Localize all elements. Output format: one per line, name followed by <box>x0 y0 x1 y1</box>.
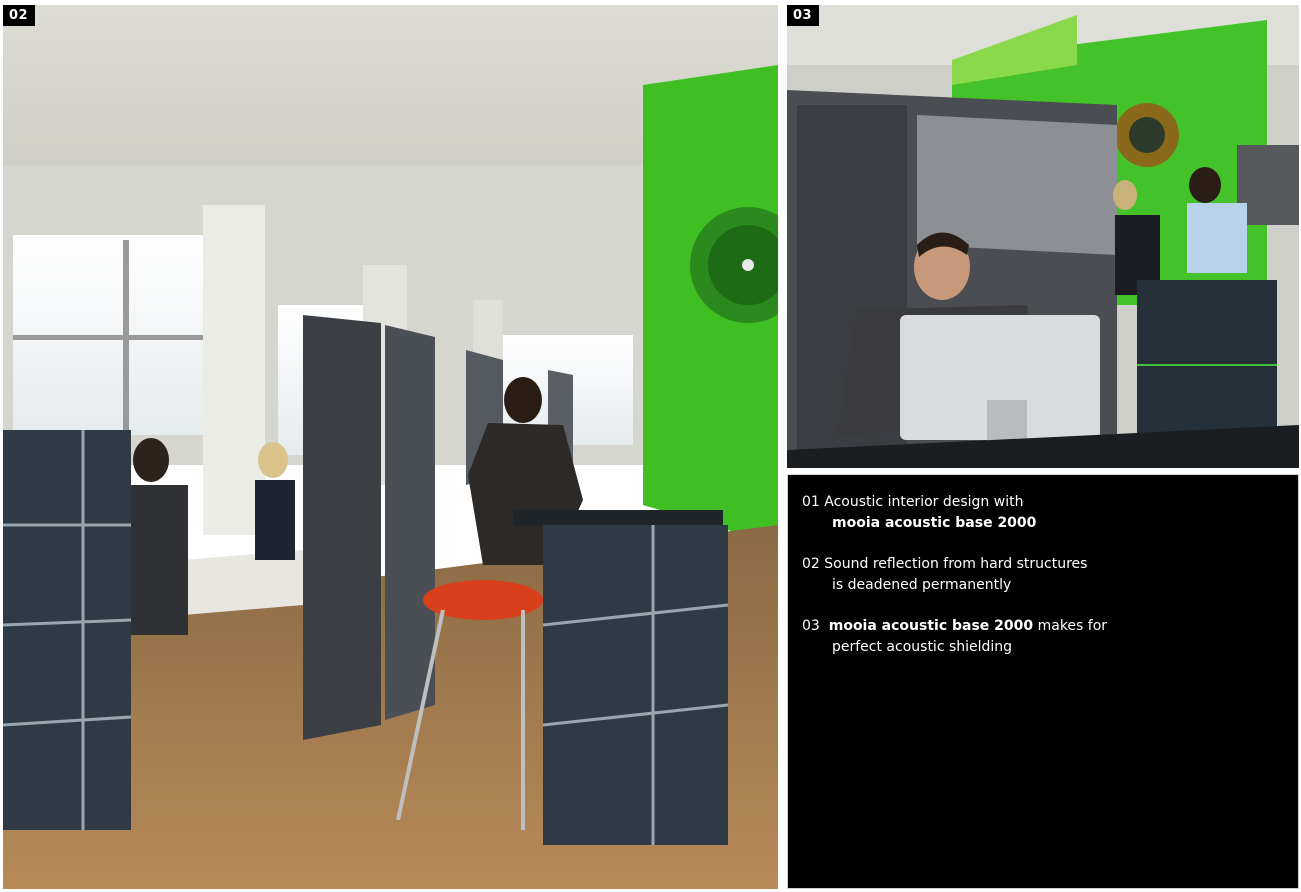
photo-number-badge: 03 <box>787 5 820 26</box>
caption-panel: 01 Acoustic interior design with mooia a… <box>787 474 1299 889</box>
caption-text: is deadened permanently <box>832 577 1012 593</box>
caption-number: 03 <box>802 618 820 634</box>
caption-number: 01 <box>802 494 820 510</box>
caption-01: 01 Acoustic interior design with mooia a… <box>802 492 1036 534</box>
caption-02: 02 Sound reflection from hard structures… <box>802 554 1087 596</box>
caption-03: 03 mooia acoustic base 2000 makes for pe… <box>802 616 1107 658</box>
office-photo-03: 03 <box>787 5 1299 468</box>
caption-number: 02 <box>802 556 820 572</box>
caption-text: Acoustic interior design with <box>824 494 1024 510</box>
caption-text: Sound reflection from hard structures <box>824 556 1088 572</box>
caption-text: perfect acoustic shielding <box>832 639 1013 655</box>
caption-product-name: mooia acoustic base 2000 <box>832 515 1037 531</box>
office-scene-illustration <box>3 5 778 889</box>
photo-number-badge: 02 <box>3 5 36 26</box>
caption-text: makes for <box>1033 618 1108 634</box>
workstation-scene-illustration <box>787 5 1299 468</box>
caption-product-name: mooia acoustic base 2000 <box>828 618 1034 634</box>
office-photo-02: 02 <box>3 5 778 889</box>
